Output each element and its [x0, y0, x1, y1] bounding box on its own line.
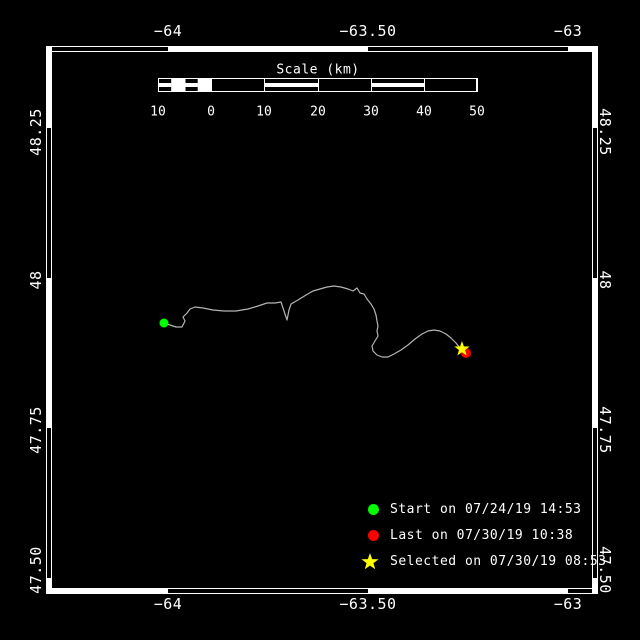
start-marker[interactable] [160, 319, 169, 328]
lon-tick-label-bottom-0: −64 [154, 595, 183, 613]
scale-segment-stripe [371, 83, 424, 87]
lat-tick-label-left-1: 48 [27, 270, 45, 289]
scale-segment-solid [171, 78, 184, 92]
scale-tick-label-6: 50 [469, 105, 485, 120]
lat-tick-label-right-1: 48 [596, 270, 614, 289]
lat-tick-label-right-0: 48.25 [596, 108, 614, 156]
scale-tick-label-2: 10 [256, 105, 272, 120]
scale-tick-label-1: 0 [207, 105, 215, 120]
lat-tick-label-left-3: 47.50 [27, 546, 45, 594]
track-path[interactable] [164, 286, 464, 357]
scale-tick-label-0: 10 [150, 105, 166, 120]
legend-last-label: Last on 07/30/19 10:38 [390, 528, 573, 543]
track-group[interactable] [164, 286, 464, 357]
lat-tick-label-left-2: 47.75 [27, 406, 45, 454]
lat-tick-label-left-0: 48.25 [27, 108, 45, 156]
scale-tick-label-4: 30 [363, 105, 379, 120]
markers-group[interactable] [160, 319, 472, 359]
track-map-window: −64 −64 −63.50 −63.50 −63 −63 48.25 48.25 48 48 47… [0, 0, 640, 640]
scale-tick-label-5: 40 [416, 105, 432, 120]
lon-tick-label-top-1: −63.50 [339, 22, 396, 40]
scale-segment-solid [198, 78, 211, 92]
legend-item-selected: Selected on 07/30/19 08:53 [360, 551, 607, 571]
lon-tick-label-bottom-1: −63.50 [339, 595, 396, 613]
scale-tick-label-3: 20 [310, 105, 326, 120]
lon-tick-label-bottom-2: −63 [554, 595, 583, 613]
legend-item-last: Last on 07/30/19 10:38 [360, 525, 573, 545]
lon-tick-label-top-2: −63 [554, 22, 583, 40]
lat-tick-label-right-2: 47.75 [596, 406, 614, 454]
legend-start-label: Start on 07/24/19 14:53 [390, 502, 582, 517]
legend-item-start: Start on 07/24/19 14:53 [360, 499, 582, 519]
scale-segment-stripe [158, 83, 171, 87]
lon-tick-label-top-0: −64 [154, 22, 183, 40]
legend-selected-label: Selected on 07/30/19 08:53 [390, 554, 607, 569]
scale-bar-title: Scale (km) [276, 63, 359, 78]
scale-segment-stripe [185, 83, 198, 87]
scale-segment-stripe [264, 83, 318, 87]
last-legend-icon [360, 530, 386, 541]
scale-bar [158, 78, 478, 92]
start-legend-icon [360, 504, 386, 515]
